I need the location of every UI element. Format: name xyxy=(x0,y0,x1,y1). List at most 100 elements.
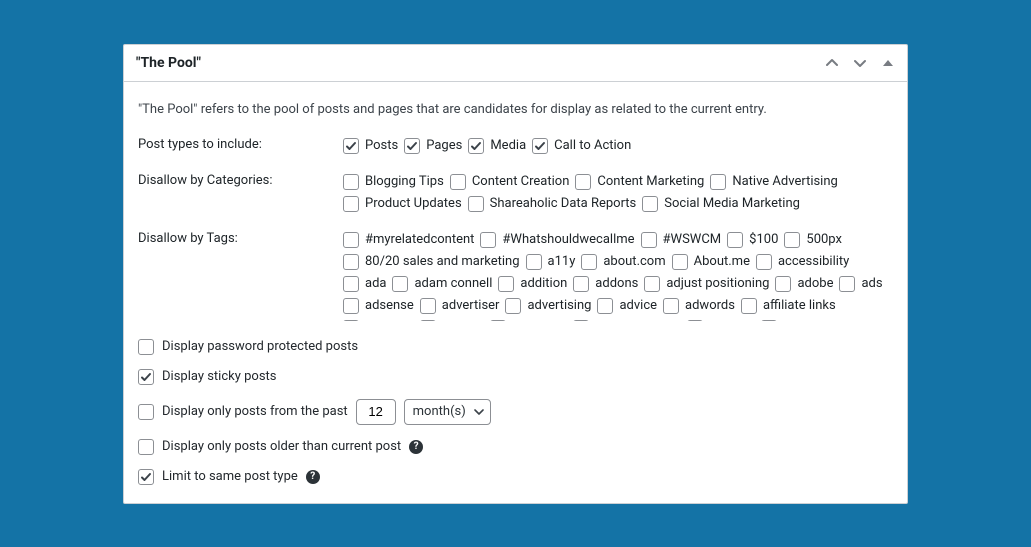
checkbox[interactable] xyxy=(480,232,496,248)
checkbox[interactable] xyxy=(498,276,514,292)
tags-row: Disallow by Tags: #myrelatedcontent#What… xyxy=(138,231,893,321)
tags-list-item: #Whatshouldwecallme xyxy=(480,231,634,249)
checkbox[interactable] xyxy=(727,232,743,248)
checkbox-label: Posts xyxy=(365,137,398,155)
tags-list-item: 500px xyxy=(784,231,842,249)
tags-list-item: affiliates xyxy=(343,319,414,321)
checkbox-label: about.com xyxy=(603,253,665,271)
checkbox[interactable] xyxy=(573,276,589,292)
checkbox[interactable] xyxy=(468,138,484,154)
checkbox[interactable] xyxy=(756,254,772,270)
checkbox[interactable] xyxy=(343,174,359,190)
past-unit-value: month(s) xyxy=(413,404,466,419)
checkbox[interactable] xyxy=(641,232,657,248)
checkbox-label: adobe xyxy=(797,275,833,293)
checkbox[interactable] xyxy=(710,174,726,190)
password-protected-checkbox[interactable] xyxy=(138,339,154,355)
tags-list-item: ads xyxy=(839,275,882,293)
older-than-row: Display only posts older than current po… xyxy=(138,439,893,455)
same-type-row: Limit to same post type ? xyxy=(138,469,893,485)
checkbox[interactable] xyxy=(343,298,359,314)
tags-list-item: adobe xyxy=(775,275,833,293)
checkbox-label: Call to Action xyxy=(554,137,631,155)
tags-list-item: adam connell xyxy=(392,275,492,293)
checkbox[interactable] xyxy=(420,298,436,314)
checkbox[interactable] xyxy=(343,138,359,154)
checkbox[interactable] xyxy=(343,254,359,270)
checkbox[interactable] xyxy=(741,298,757,314)
tags-list-item: american express xyxy=(761,319,885,321)
past-number-input[interactable] xyxy=(356,399,396,425)
checkbox-label: agency xyxy=(442,319,483,321)
checkbox-label: algorithm xyxy=(512,319,567,321)
checkbox[interactable] xyxy=(642,196,658,212)
checkbox[interactable] xyxy=(784,232,800,248)
help-icon[interactable]: ? xyxy=(306,470,320,484)
checkbox[interactable] xyxy=(526,254,542,270)
checkbox[interactable] xyxy=(450,174,466,190)
tags-list-item: agency xyxy=(420,319,483,321)
checkbox[interactable] xyxy=(644,276,660,292)
checkbox[interactable] xyxy=(775,276,791,292)
checkbox[interactable] xyxy=(761,320,777,321)
checkbox-label: ada xyxy=(365,275,386,293)
move-up-icon[interactable] xyxy=(825,56,839,70)
checkbox[interactable] xyxy=(468,196,484,212)
checkbox-label: #Whatshouldwecallme xyxy=(502,231,634,249)
checkbox[interactable] xyxy=(420,320,436,321)
past-unit-select[interactable]: month(s) xyxy=(404,399,491,425)
past-checkbox[interactable] xyxy=(138,404,154,420)
tags-list-item: amazon xyxy=(687,319,755,321)
sticky-label: Display sticky posts xyxy=(162,369,277,384)
tags-list: #myrelatedcontent #Whatshouldwecallme #WSW… xyxy=(343,231,893,321)
checkbox[interactable] xyxy=(687,320,703,321)
checkbox[interactable] xyxy=(532,138,548,154)
checkbox-label: accessibility xyxy=(778,253,849,271)
checkbox[interactable] xyxy=(575,174,591,190)
post-types-row: Post types to include: PostsPagesMediaCa… xyxy=(138,137,893,155)
tags-list-item: alyssa mattero xyxy=(573,319,681,321)
categories-list: Blogging TipsContent CreationContent Mar… xyxy=(343,173,893,213)
categories-list-item: Social Media Marketing xyxy=(642,195,800,213)
checkbox[interactable] xyxy=(343,232,359,248)
checkbox[interactable] xyxy=(672,254,688,270)
checkbox-label: #WSWCM xyxy=(663,231,722,249)
checkbox-label: Content Creation xyxy=(472,173,570,191)
checkbox[interactable] xyxy=(343,276,359,292)
checkbox[interactable] xyxy=(490,320,506,321)
checkbox[interactable] xyxy=(343,196,359,212)
panel-description: "The Pool" refers to the pool of posts a… xyxy=(138,102,893,117)
move-down-icon[interactable] xyxy=(853,56,867,70)
panel-header: "The Pool" xyxy=(124,45,907,82)
tags-list-item: a11y xyxy=(526,253,576,271)
checkbox-label: Content Marketing xyxy=(597,173,704,191)
categories-list-item: Content Marketing xyxy=(575,173,704,191)
checkbox[interactable] xyxy=(573,320,589,321)
chevron-down-icon xyxy=(474,407,484,417)
help-icon[interactable]: ? xyxy=(409,440,423,454)
categories-list-item: Content Creation xyxy=(450,173,570,191)
post-types-list: PostsPagesMediaCall to Action xyxy=(343,137,893,155)
categories-list-item: Native Advertising xyxy=(710,173,838,191)
checkbox[interactable] xyxy=(343,320,359,321)
sticky-checkbox[interactable] xyxy=(138,369,154,385)
same-type-checkbox[interactable] xyxy=(138,469,154,485)
tags-list-item: addons xyxy=(573,275,638,293)
tags-list-item: adsense xyxy=(343,297,414,315)
checkbox[interactable] xyxy=(597,298,613,314)
checkbox-label: Media xyxy=(490,137,526,155)
collapse-icon[interactable] xyxy=(881,56,895,70)
checkbox[interactable] xyxy=(581,254,597,270)
checkbox[interactable] xyxy=(404,138,420,154)
checkbox-label: advice xyxy=(619,297,657,315)
older-than-checkbox[interactable] xyxy=(138,439,154,455)
tags-list-item: #myrelatedcontent xyxy=(343,231,474,249)
checkbox[interactable] xyxy=(839,276,855,292)
checkbox[interactable] xyxy=(505,298,521,314)
checkbox-label: Social Media Marketing xyxy=(664,195,800,213)
checkbox[interactable] xyxy=(663,298,679,314)
tags-list-item: advertiser xyxy=(420,297,500,315)
checkbox[interactable] xyxy=(392,276,408,292)
password-protected-row: Display password protected posts xyxy=(138,339,893,355)
tags-list-item: About.me xyxy=(672,253,750,271)
